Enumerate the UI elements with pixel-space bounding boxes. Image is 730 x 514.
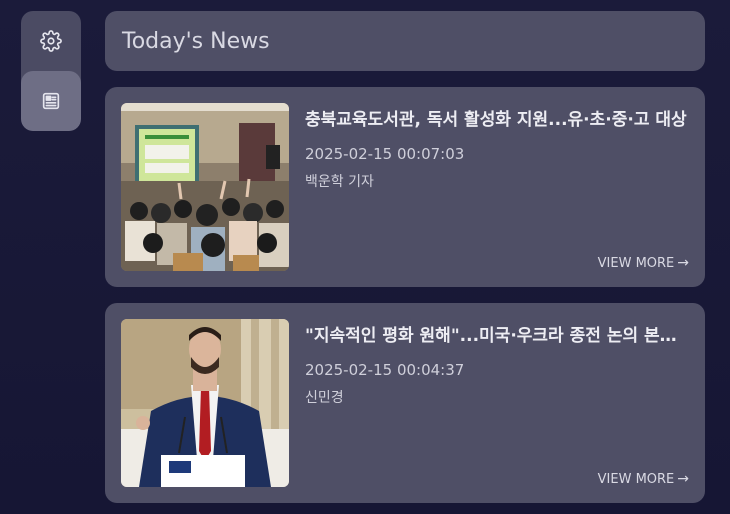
news-thumbnail bbox=[121, 319, 289, 487]
news-card[interactable]: 충북교육도서관, 독서 활성화 지원...유·초·중·고 대상 2025-02-… bbox=[105, 87, 705, 287]
news-title[interactable]: 충북교육도서관, 독서 활성화 지원...유·초·중·고 대상 bbox=[305, 105, 690, 130]
arrow-right-icon: → bbox=[677, 471, 689, 487]
sidebar-item-settings[interactable] bbox=[21, 11, 81, 71]
view-more-label: VIEW MORE bbox=[597, 255, 675, 271]
sidebar bbox=[21, 11, 81, 131]
view-more-link[interactable]: VIEW MORE → bbox=[598, 255, 689, 271]
news-thumbnail bbox=[121, 103, 289, 271]
view-more-label: VIEW MORE bbox=[597, 471, 675, 487]
arrow-right-icon: → bbox=[677, 255, 689, 271]
sidebar-item-news[interactable] bbox=[21, 71, 81, 131]
newspaper-icon bbox=[40, 90, 62, 112]
page-title: Today's News bbox=[122, 28, 270, 54]
news-author: 백운학 기자 bbox=[305, 174, 374, 190]
news-date: 2025-02-15 00:07:03 bbox=[305, 145, 465, 163]
news-author: 신민경 bbox=[305, 390, 344, 406]
news-card[interactable]: "지속적인 평화 원해"...미국·우크라 종전 논의 본격화 2025-02-… bbox=[105, 303, 705, 503]
header: Today's News bbox=[105, 11, 705, 71]
view-more-link[interactable]: VIEW MORE → bbox=[598, 471, 689, 487]
news-date: 2025-02-15 00:04:37 bbox=[305, 361, 465, 379]
news-title[interactable]: "지속적인 평화 원해"...미국·우크라 종전 논의 본격화 bbox=[305, 321, 690, 346]
gear-icon bbox=[40, 30, 62, 52]
